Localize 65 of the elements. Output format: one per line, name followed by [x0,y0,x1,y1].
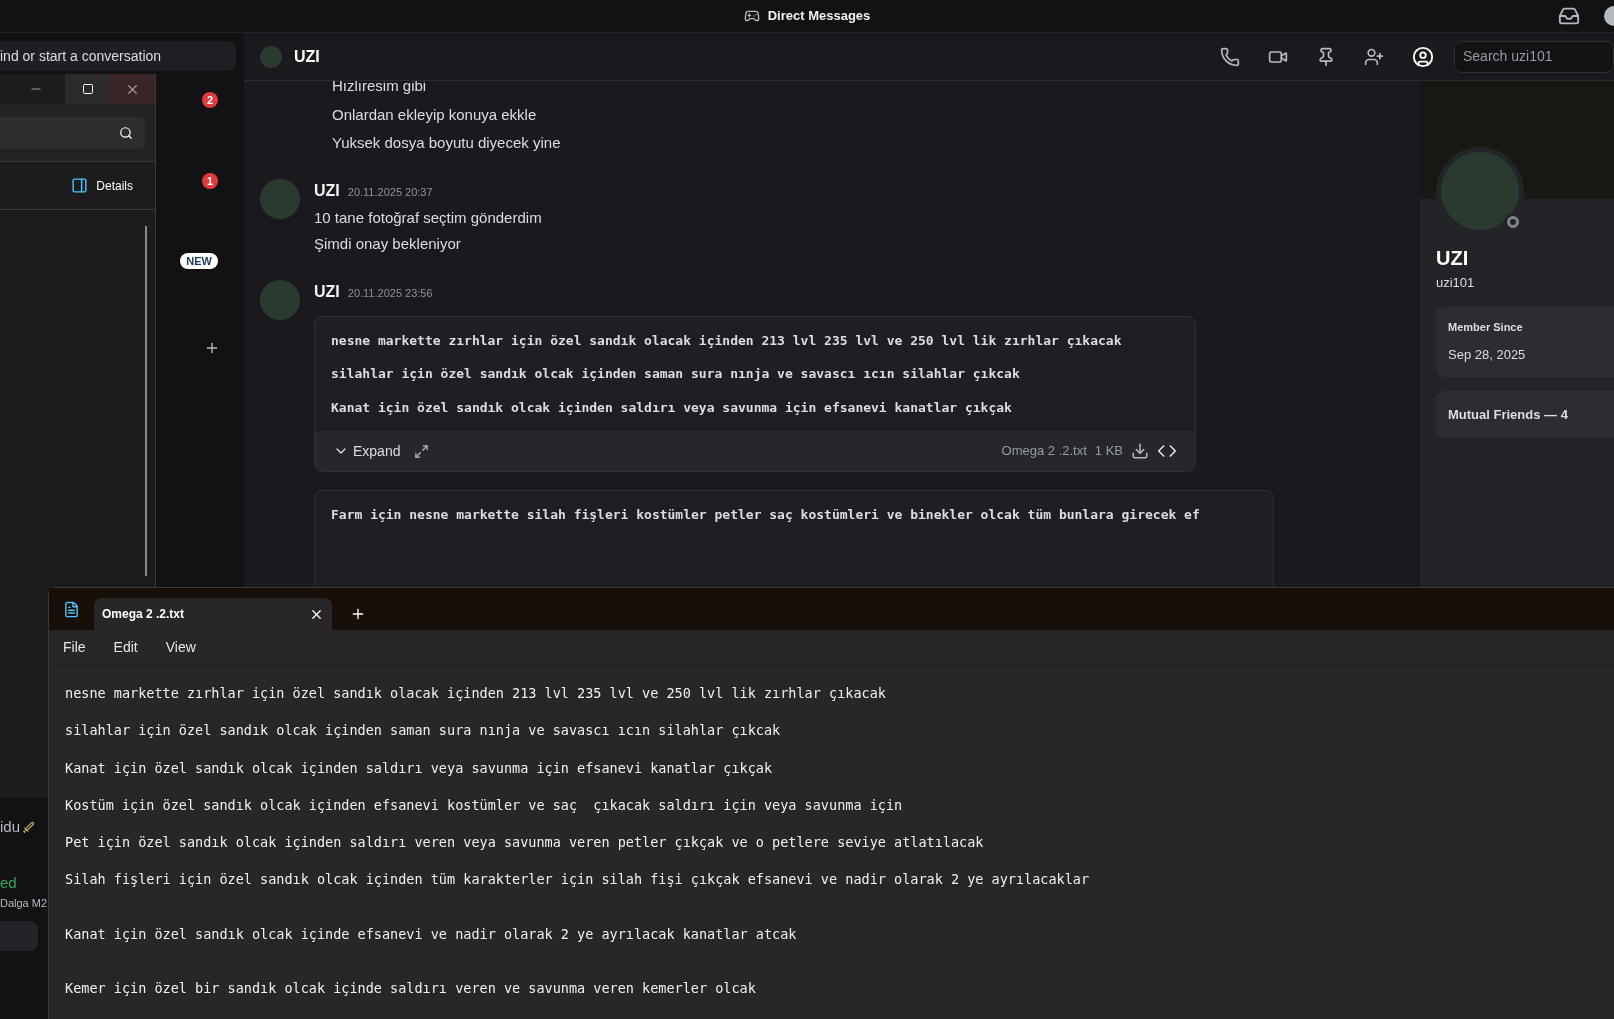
author-name[interactable]: UZI [314,178,340,203]
search-icon [119,125,133,140]
mutual-friends-card[interactable]: Mutual Friends — 4 [1436,390,1614,438]
tab-title: Omega 2 .2.txt [102,606,186,623]
unread-badge: 1 [202,173,218,189]
text-line: Kanat için özel sandık olcak içinden saldırı veya savunma için efsanevi kanatlar çıkçak [65,758,774,778]
details-button[interactable]: Details [71,176,133,195]
message-text: Şimdi onay bekleniyor [314,234,462,254]
file-name: Omega 2 .2.txt [1001,442,1087,461]
member-since-date: Sep 28, 2025 [1448,346,1527,364]
chat-title: UZI [294,46,320,67]
text-line: Silah fişleri için özel sandık olcak içinden tüm karakterler için silah fişi çıkçak efsanevi ve nadir olarak 2 ye ayrılacaklar [65,870,1091,890]
code-line: Farm için nesne markette silah fişleri kostümler petler saç kostümleri ve binekler olcak tüm bunlara girecek ef [331,506,1201,524]
text-line: silahlar için özel sandık olcak içinden saman sura nınja ve savascı ıcın silahlar çıkcak [65,721,782,741]
code-line: nesne markette zırhlar için özel sandık olacak içinden 213 lvl 235 lvl ve 250 lvl lik zırhlar çıkacak [331,331,1123,350]
avatar [260,279,300,320]
search-field[interactable]: Search uzi101 [1454,40,1614,73]
avatar [260,45,282,68]
text-line: Pet için özel sandık olcak içinden saldırı veren veya savunma veren petler çıkçak ve o petlere seviye atlatılacak [65,833,985,852]
author-name[interactable]: UZI [314,279,340,304]
menu-item[interactable]: View [165,637,196,658]
card-label: Member Since [1448,319,1524,335]
status-text: ed [0,873,18,893]
code-line: Kanat için özel sandık olcak içinden saldırı veya savunma için efsanevi kanatlar çıkçak [331,398,1013,417]
inbox-icon[interactable] [1558,5,1580,27]
profile-username: uzi101 [1436,274,1476,292]
controller-icon [743,8,760,24]
message-text: 10 tane fotoğraf seçtim gönderdim [314,207,543,228]
sword-icon [22,820,36,834]
file-tab[interactable]: Omega 2 .2.txt [94,598,332,630]
timestamp: 20.11.2025 20:37 [347,184,433,200]
profile-name: UZI [1436,246,1470,271]
user-name: idu [0,816,21,837]
activity-text: Dalga M2 [0,895,48,911]
menu-item[interactable]: File [63,637,86,658]
maximize-icon [81,83,94,95]
expand-button[interactable]: Expand [333,440,401,462]
side-panel-icon [71,177,89,194]
download-icon[interactable] [1131,442,1149,460]
fullscreen-icon[interactable] [414,443,430,459]
profile-icon[interactable] [1412,45,1434,68]
code-line: silahlar için özel sandık olcak içinden saman sura nınja ve savascı ıcın silahlar çıkcak [331,365,1021,383]
text-line: Kostüm için özel sandık olcak içinden efsanevi kostümler ve saç çıkacak saldırı için veya savunma için [65,795,904,815]
new-tab-icon[interactable] [350,606,366,622]
call-icon[interactable] [1220,46,1240,67]
text-line: Kemer için özel bir sandık olcak içinde saldırı veren ve savunma veren kemerler olcak [65,978,757,998]
search-field[interactable] [0,116,145,149]
notepad-icon [63,601,80,618]
pin-icon[interactable] [1316,46,1336,67]
search-field[interactable]: ind or start a conversation [0,41,236,71]
text-line: Kanat için özel sandık olcak içinde efsanevi ve nadir olarak 2 ye ayrılacak kanatlar atcak [65,924,798,944]
add-icon[interactable] [204,340,220,356]
timestamp: 20.11.2025 23:56 [347,285,433,301]
text-line: nesne markette zırhlar için özel sandık olacak içinden 213 lvl 235 lvl ve 250 lvl lik zırhlar çıkacak [65,684,887,703]
add-friend-icon[interactable] [1364,46,1384,67]
window-title: Direct Messages [767,7,871,26]
unread-badge: 2 [202,92,218,108]
message-text: Yuksek dosya boyutu diyecek yine [332,133,562,153]
menu-item[interactable]: Edit [113,637,138,658]
new-badge: NEW [180,253,218,269]
message-text: Onlardan ekleyip konuya ekkle [332,104,538,125]
maximize-button[interactable] [65,74,110,104]
file-size: 1 KB [1094,442,1123,461]
avatar [260,178,300,219]
message-text: Hızlıresim gibi [332,81,428,96]
